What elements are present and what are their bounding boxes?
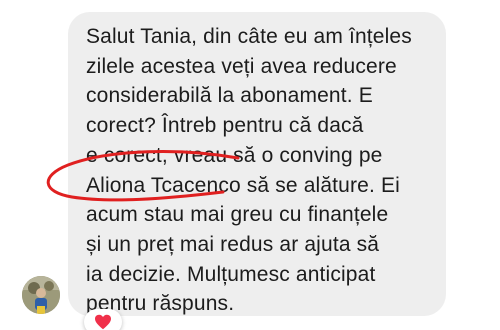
message-bubble[interactable]: Salut Tania, din câte eu am înțeles zile… xyxy=(68,12,446,316)
message-line: Salut Tania, din câte eu am înțeles xyxy=(86,25,412,48)
chat-screen: Salut Tania, din câte eu am înțeles zile… xyxy=(0,0,500,330)
message-line: corect? Întreb pentru că dacă xyxy=(86,114,364,138)
avatar-photo xyxy=(22,276,60,314)
message-line: pentru răspuns. xyxy=(86,292,235,316)
sender-avatar[interactable] xyxy=(22,276,60,314)
heart-icon xyxy=(95,314,111,330)
message-line: zilele acestea veți avea reducere xyxy=(86,54,397,78)
message-line: acum stau mai greu cu finanțele xyxy=(86,203,389,227)
message-line: Aliona Tcacenco să se alăture. Ei xyxy=(86,173,400,197)
message-line: e corect, vreau să o conving pe xyxy=(86,143,383,167)
message-line: considerabilă la abonament. E xyxy=(86,84,373,108)
message-line: ia decizie. Mulțumesc anticipat xyxy=(86,262,376,286)
message-line: și un preț mai redus ar ajuta să xyxy=(86,232,380,256)
reaction-badge[interactable] xyxy=(84,309,122,330)
